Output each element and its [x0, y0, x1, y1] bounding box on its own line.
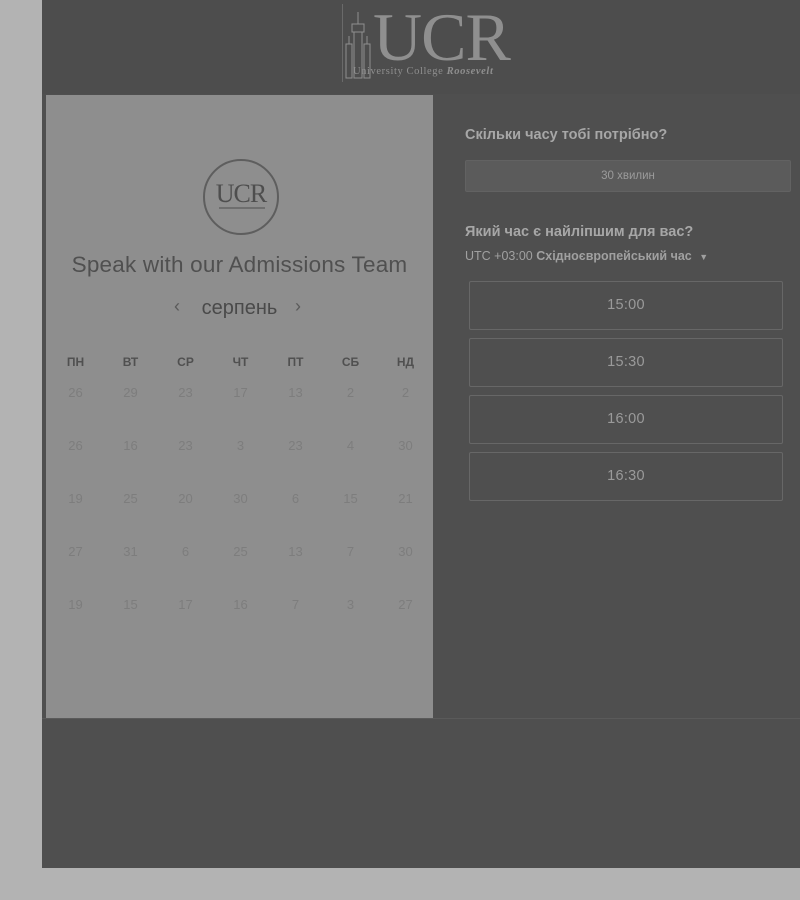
calendar-day: 3 [346, 597, 355, 612]
calendar-day: 27 [398, 597, 413, 612]
calendar-day: 13 [288, 544, 303, 559]
calendar-day: 16 [123, 438, 138, 453]
page-title: Speak with our Admissions Team [71, 252, 408, 277]
calendar-day: 30 [233, 491, 248, 506]
calendar-day: 20 [178, 491, 193, 506]
header: UCR University College Roosevelt [42, 0, 800, 94]
calendar-day: 15 [123, 597, 138, 612]
calendar-day: 13 [288, 385, 303, 400]
ucr-logo[interactable]: UCR University College Roosevelt [342, 0, 525, 82]
calendar-day: 19 [68, 491, 83, 506]
calendar-day: 26 [68, 438, 83, 453]
logo-subtitle-emph: Roosevelt [446, 66, 494, 77]
calendar-day: 26 [68, 385, 83, 400]
time-slot-button[interactable]: 15:00 [469, 281, 783, 330]
calendar-day: 27 [68, 544, 83, 559]
weekday-thu: ЧТ [232, 355, 249, 369]
calendar-day: 19 [68, 597, 83, 612]
booking-panel: Скільки часу тобі потрібно? 30 хвилин Як… [433, 95, 800, 718]
calendar-day: 7 [346, 544, 355, 559]
time-question: Який час є найліпшим для вас? [465, 224, 694, 240]
month-label: серпень [201, 297, 278, 319]
calendar-day: 15 [343, 491, 358, 506]
calendar-day: 17 [233, 385, 248, 400]
weekday-mon: ПН [66, 355, 85, 369]
calendar-week: 27 31 6 25 13 7 30 [48, 544, 433, 559]
calendar-day: 7 [291, 597, 300, 612]
ucr-badge: UCR [203, 159, 279, 235]
calendar-day: 21 [398, 491, 413, 506]
month-navigation: ‹ серпень › [46, 295, 433, 323]
calendar-day: 2 [401, 385, 410, 400]
duration-question: Скільки часу тобі потрібно? [465, 127, 668, 143]
timezone-name: Східноєвропейський час [536, 249, 692, 263]
badge-underline [219, 207, 265, 209]
weekday-sun: НД [396, 355, 415, 369]
calendar-week: 26 16 23 3 23 4 30 [48, 438, 433, 453]
duration-select[interactable]: 30 хвилин [465, 160, 791, 192]
time-slot-button[interactable]: 16:30 [469, 452, 783, 501]
calendar-day: 30 [398, 544, 413, 559]
calendar-day: 23 [288, 438, 303, 453]
chevron-right-icon[interactable]: › [295, 296, 301, 317]
calendar-day: 29 [123, 385, 138, 400]
weekday-tue: ВТ [122, 355, 139, 369]
logo-wordmark: UCR [373, 0, 511, 75]
calendar-panel: UCR Speak with our Admissions Team ‹ сер… [46, 95, 433, 718]
weekday-fri: ПТ [287, 355, 304, 369]
calendar-week: 26 29 23 17 13 2 2 [48, 385, 433, 400]
caret-down-icon: ▼ [699, 252, 709, 262]
timezone-offset: UTC +03:00 [465, 249, 533, 263]
calendar-day: 31 [123, 544, 138, 559]
calendar-week: 19 25 20 30 6 15 21 [48, 491, 433, 506]
calendar-day: 6 [181, 544, 190, 559]
panel-divider [42, 718, 800, 719]
logo-subtitle: University College Roosevelt [353, 66, 525, 77]
timezone-selector[interactable]: UTC +03:00 Східноєвропейський час ▼ [465, 249, 708, 263]
calendar-day: 23 [178, 438, 193, 453]
calendar-day: 16 [233, 597, 248, 612]
weekday-wed: СР [177, 355, 194, 369]
logo-subtitle-main: University College [353, 66, 444, 77]
calendar-day: 4 [346, 438, 355, 453]
calendar-day: 30 [398, 438, 413, 453]
calendar-day: 17 [178, 597, 193, 612]
calendar-day: 23 [178, 385, 193, 400]
calendar-day: 3 [236, 438, 245, 453]
badge-text: UCR [215, 179, 267, 208]
time-slot-button[interactable]: 16:00 [469, 395, 783, 444]
time-slot-button[interactable]: 15:30 [469, 338, 783, 387]
calendar-week: 19 15 17 16 7 3 27 [48, 597, 433, 612]
calendar-day: 25 [123, 491, 138, 506]
calendar-day: 6 [291, 491, 300, 506]
weekday-header: ПН ВТ СР ЧТ ПТ СБ НД [48, 355, 433, 369]
calendar-day: 25 [233, 544, 248, 559]
weekday-sat: СБ [341, 355, 360, 369]
calendar-day: 2 [346, 385, 355, 400]
